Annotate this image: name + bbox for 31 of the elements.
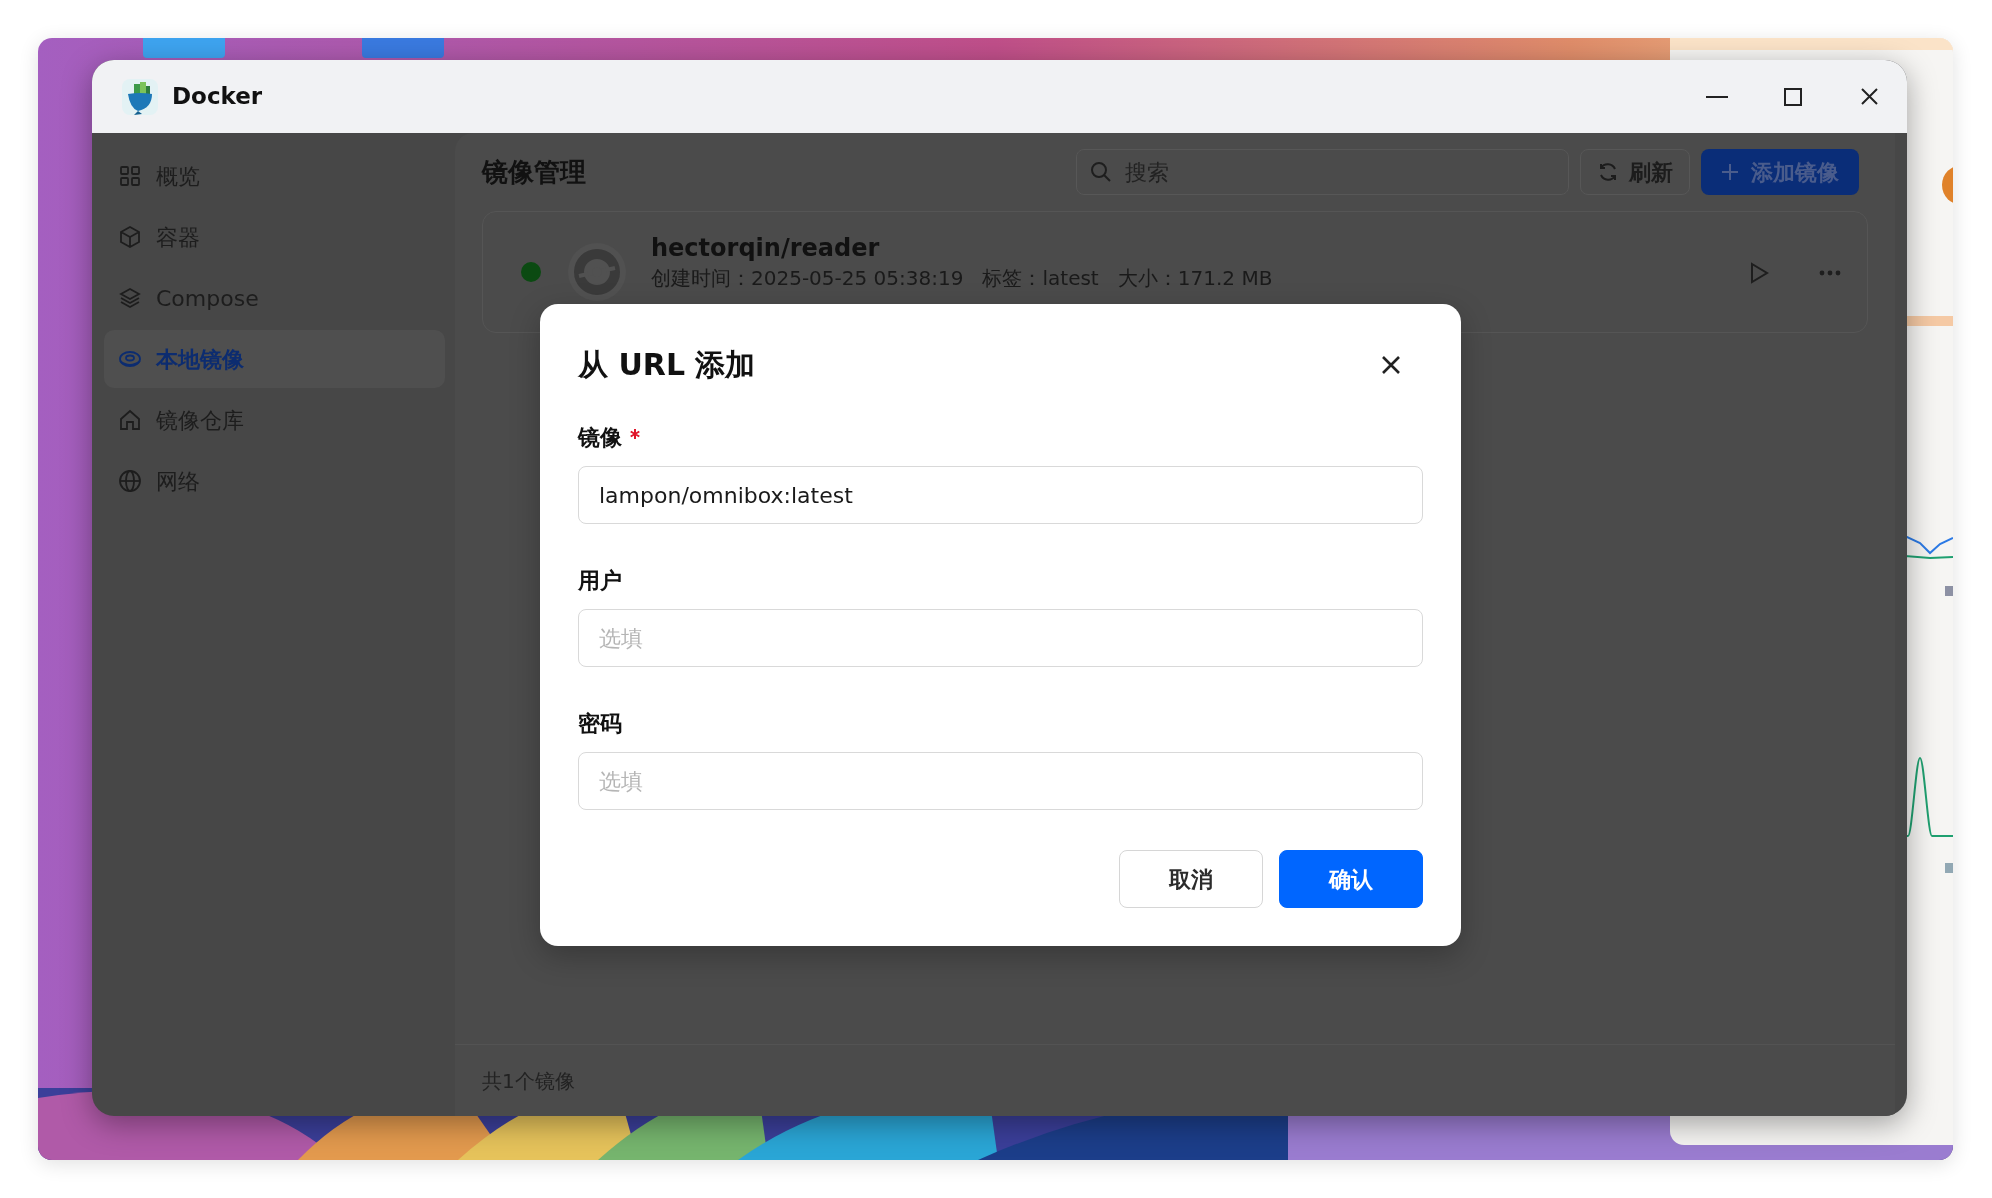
disc-icon [567, 242, 627, 302]
input-field[interactable]: 选填 [578, 752, 1423, 810]
search-icon [1090, 161, 1112, 183]
cancel-button[interactable]: 取消 [1119, 850, 1263, 908]
input-field[interactable]: 选填 [578, 609, 1423, 667]
section-bar [1945, 863, 1953, 873]
field-label: 密码 [578, 710, 622, 738]
add-image-button[interactable]: 添加镜像 [1701, 149, 1859, 195]
minimize-icon[interactable] [1706, 95, 1728, 98]
cube-icon [118, 225, 142, 249]
whale-icon [122, 77, 158, 116]
section-bar [1945, 586, 1953, 596]
window-title: Docker [172, 82, 263, 112]
plus-icon [1721, 163, 1739, 181]
image-name: hectorqin/reader [651, 233, 881, 264]
grid-icon [118, 164, 142, 188]
layers-icon [118, 286, 142, 310]
sidebar-item[interactable]: 本地镜像 [104, 330, 445, 388]
page-title: 镜像管理 [482, 155, 586, 189]
maximize-icon[interactable] [1784, 87, 1802, 106]
house-icon [118, 408, 142, 432]
input-field[interactable]: lampon/omnibox:latest [578, 466, 1423, 524]
field-label: 镜像 [578, 424, 622, 452]
confirm-button[interactable]: 确认 [1279, 850, 1423, 908]
status-icon [1942, 165, 1953, 205]
dialog-title: 从 URL 添加 [578, 346, 756, 384]
globe-icon [118, 469, 142, 493]
refresh-icon [1597, 161, 1619, 183]
close-icon[interactable] [1381, 354, 1401, 375]
field-label: 用户 [578, 567, 622, 595]
close-icon[interactable] [1860, 88, 1878, 105]
